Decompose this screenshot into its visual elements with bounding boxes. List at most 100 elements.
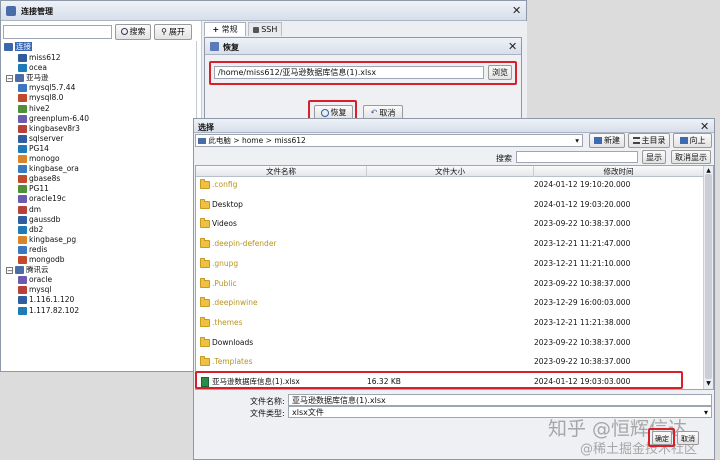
file-date: 2023-12-29 16:00:03.000	[534, 298, 631, 308]
tree-item[interactable]: 1.116.1.120	[18, 295, 74, 305]
file-date: 2023-09-22 10:38:37.000	[534, 337, 631, 347]
file-row[interactable]: Videos 2023-09-22 10:38:37.000	[196, 214, 712, 234]
tree-item-label: gaussdb	[29, 214, 61, 224]
breadcrumb-item[interactable]: home	[242, 136, 263, 145]
tree-item[interactable]: greenplum-6.40	[18, 114, 89, 124]
folder-icon	[200, 297, 210, 308]
up-label: 向上	[689, 136, 706, 145]
tree-item[interactable]: sqlserver	[18, 134, 64, 144]
file-chooser-close-icon[interactable]: ✕	[700, 121, 709, 132]
tree-item[interactable]: ocea	[18, 63, 47, 73]
tree-root[interactable]: 连接	[4, 42, 32, 52]
tree-item-label: sqlserver	[29, 133, 64, 143]
tree-item-label: kingbasev8r3	[29, 123, 80, 133]
breadcrumb-item[interactable]: 此电脑	[208, 136, 231, 145]
tree-item[interactable]: mongodb	[18, 255, 65, 265]
file-name: Desktop	[212, 199, 243, 209]
database-icon	[18, 245, 27, 254]
expand-button[interactable]: ⚲ 展开	[154, 24, 192, 40]
file-row[interactable]: .deepin-defender 2023-12-21 11:21:47.000	[196, 234, 712, 254]
database-icon	[18, 104, 27, 113]
tree-item[interactable]: dm	[18, 205, 41, 215]
tab-ssh-label: SSH	[261, 25, 278, 34]
tree-item[interactable]: gbase8s	[18, 174, 60, 184]
network-icon	[4, 43, 13, 51]
database-icon	[18, 165, 27, 174]
new-folder-icon	[594, 137, 602, 144]
file-search-label: 搜索	[496, 154, 512, 163]
tree-item[interactable]: kingbasev8r3	[18, 124, 80, 134]
dropdown-arrow-icon[interactable]: ▾	[575, 135, 579, 146]
highlight-path	[209, 61, 517, 85]
breadcrumb-separator: >	[265, 136, 272, 145]
folder-up-icon	[679, 137, 688, 144]
expand-button-label: 展开	[168, 27, 185, 37]
file-row[interactable]: .config 2024-01-12 19:10:20.000	[196, 175, 712, 195]
database-icon	[18, 276, 27, 285]
tree-item[interactable]: oracle19c	[18, 194, 66, 204]
collapse-toggle-icon[interactable]: −	[6, 74, 13, 82]
breadcrumb[interactable]: 此电脑 > home > miss612 ▾	[195, 134, 583, 147]
highlight-selected-file	[195, 371, 683, 389]
new-folder-button[interactable]: 新建	[589, 133, 625, 148]
tree-item[interactable]: redis	[18, 245, 47, 255]
connection-search-input[interactable]	[3, 25, 112, 39]
file-name: .config	[212, 180, 238, 189]
file-chooser-title: 选择	[198, 123, 214, 132]
tree-item-label: redis	[29, 244, 48, 254]
tree-item[interactable]: 1.117.82.102	[18, 306, 79, 316]
home-dir-label: 主目录	[641, 136, 666, 145]
tree-item-label: miss612	[29, 53, 61, 62]
tree-item-label: PG11	[29, 184, 49, 194]
tree-item-label: ocea	[29, 63, 47, 73]
folder-icon	[200, 336, 210, 347]
tree-item-label: dm	[29, 204, 42, 214]
file-row[interactable]: Downloads 2023-09-22 10:38:37.000	[196, 333, 712, 353]
database-icon	[18, 54, 27, 62]
show-button[interactable]: 显示	[642, 150, 666, 164]
tab-ssh[interactable]: SSH	[248, 22, 282, 36]
file-date: 2024-01-12 19:10:20.000	[534, 180, 631, 189]
file-row[interactable]: .deepinwine 2023-12-29 16:00:03.000	[196, 293, 712, 313]
tree-item[interactable]: PG14	[18, 144, 49, 154]
cancel-show-button[interactable]: 取消显示	[671, 150, 711, 164]
tree-item[interactable]: mysql	[18, 285, 52, 295]
tree-item[interactable]: kingbase_ora	[18, 164, 79, 174]
chooser-cancel-button[interactable]: 取消	[677, 431, 699, 445]
search-button[interactable]: 搜索	[115, 24, 151, 40]
tree-item[interactable]: hive2	[18, 104, 50, 114]
file-date: 2023-09-22 10:38:37.000	[534, 219, 631, 229]
file-search-input[interactable]	[516, 151, 638, 163]
tree-group[interactable]: − 亚马逊	[6, 73, 49, 83]
tab-normal[interactable]: + 常规	[204, 22, 246, 36]
tree-group[interactable]: − 腾讯云	[6, 265, 49, 275]
tree-item[interactable]: oracle	[18, 275, 52, 285]
tree-item[interactable]: PG11	[18, 184, 49, 194]
file-row[interactable]: .Templates 2023-09-22 10:38:37.000	[196, 352, 712, 372]
database-icon	[18, 175, 27, 184]
tree-item[interactable]: monogo	[18, 154, 60, 164]
file-row[interactable]: .themes 2023-12-21 11:21:38.000	[196, 313, 712, 333]
restore-cancel-label: 取消	[379, 108, 396, 118]
file-row[interactable]: .Public 2023-09-22 10:38:37.000	[196, 274, 712, 294]
tree-item-label: 亚马逊	[26, 73, 49, 83]
database-icon	[18, 256, 27, 264]
up-button[interactable]: 向上	[673, 133, 712, 148]
tree-item[interactable]: mysql5.7.44	[18, 83, 75, 93]
restore-close-icon[interactable]: ✕	[508, 41, 517, 52]
file-row[interactable]: .gnupg 2023-12-21 11:21:10.000	[196, 254, 712, 274]
tree-item[interactable]: kingbase_pg	[18, 235, 76, 245]
tree-item[interactable]: mysql8.0	[18, 93, 63, 103]
tree-item-label: mongodb	[29, 255, 65, 264]
home-dir-button[interactable]: 主目录	[628, 133, 670, 148]
filename-input[interactable]: 亚马逊数据库信息(1).xlsx	[288, 394, 712, 406]
close-icon[interactable]: ✕	[512, 5, 521, 16]
tree-item[interactable]: gaussdb	[18, 215, 60, 225]
tree-item[interactable]: miss612	[18, 53, 61, 63]
breadcrumb-item[interactable]: miss612	[274, 136, 306, 145]
tree-item[interactable]: db2	[18, 225, 43, 235]
file-row[interactable]: Desktop 2024-01-12 19:03:20.000	[196, 195, 712, 215]
tree-item-label: mysql5.7.44	[29, 83, 76, 93]
collapse-toggle-icon[interactable]: −	[6, 266, 13, 274]
file-name: Videos	[212, 219, 237, 229]
